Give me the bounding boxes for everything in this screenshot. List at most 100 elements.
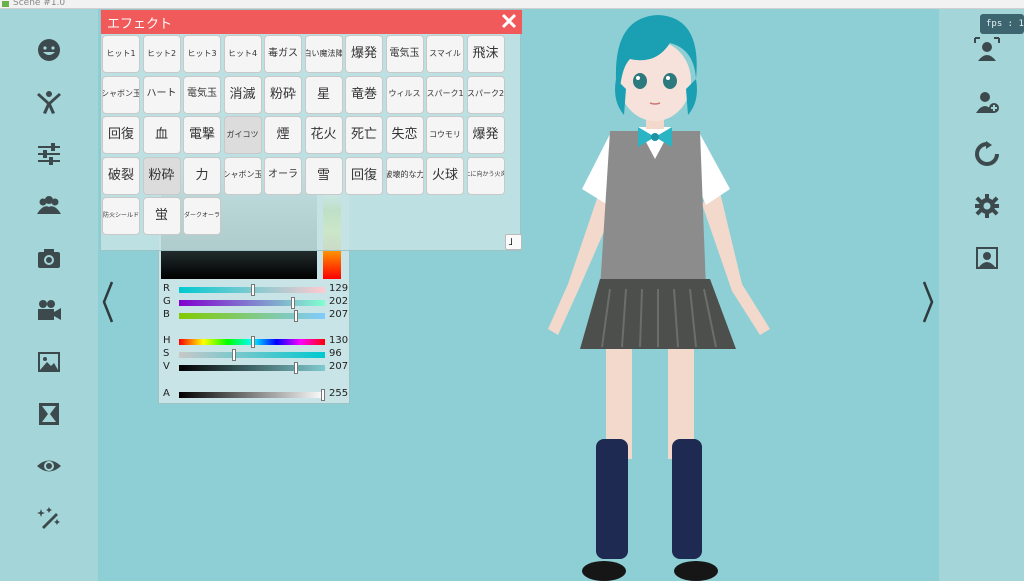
effect-button[interactable]: 粉砕 [264, 75, 302, 114]
frame-icon[interactable] [35, 400, 63, 428]
effect-button[interactable]: 電気玉 [385, 35, 424, 73]
window-title: Scene #1.0 [13, 0, 66, 8]
slider-track[interactable] [179, 336, 325, 348]
slider-track[interactable] [179, 362, 325, 374]
effect-button[interactable]: スマイル [426, 35, 464, 73]
effect-button[interactable]: 死亡 [345, 116, 383, 154]
effect-button[interactable]: 飛沫 [466, 35, 505, 73]
effect-button[interactable]: 蛍 [142, 197, 181, 235]
effect-button[interactable]: 防火シールド [102, 197, 140, 235]
effect-button[interactable]: 煙 [264, 116, 302, 154]
slider-b: B 207 [161, 309, 349, 322]
slider-value: 202 [329, 296, 349, 307]
effects-panel: エフェクト ヒット1 ヒット2 ヒット3 ヒット4 毒ガス 白い魔法陣 爆発 電気玉 スマイル飛… [100, 9, 522, 251]
effect-button[interactable]: 力 [183, 156, 221, 195]
effect-button[interactable]: ガイコツ [223, 116, 262, 154]
app-icon [2, 1, 9, 7]
portrait-icon[interactable] [973, 244, 1001, 272]
effect-button[interactable]: ダークオーラ [183, 197, 221, 235]
magic-wand-icon[interactable] [35, 504, 63, 532]
slider-a: A 255 [161, 388, 349, 401]
effect-button[interactable]: ヒット4 [223, 35, 262, 73]
slider-track[interactable] [179, 284, 325, 296]
slider-label: H [163, 335, 171, 346]
camera-icon[interactable] [35, 244, 63, 272]
eye-icon[interactable] [35, 452, 63, 480]
slider-value: 130 [329, 335, 349, 346]
effect-button[interactable]: シャボン玉 [102, 75, 140, 114]
effect-button[interactable]: 失恋 [385, 116, 424, 154]
slider-s: S 96 [161, 348, 349, 361]
effect-button[interactable]: 破裂 [102, 156, 140, 195]
slider-label: V [163, 361, 170, 372]
effect-button[interactable]: シャボン玉 [223, 156, 262, 195]
effect-button[interactable]: 上に向かう火炎 [466, 156, 505, 195]
slider-value: 207 [329, 361, 349, 372]
fps-counter: fps : 12.6 [980, 14, 1024, 34]
effect-button[interactable]: 白い魔法陣 [304, 35, 343, 73]
effect-button[interactable]: 火球 [426, 156, 464, 195]
effect-button[interactable]: 花火 [304, 116, 343, 154]
refresh-icon[interactable] [973, 140, 1001, 168]
collapse-button[interactable]: 」 [505, 234, 522, 250]
effect-button[interactable]: 電撃 [183, 116, 221, 154]
slider-value: 255 [329, 388, 349, 399]
slider-label: A [163, 388, 170, 399]
slider-track[interactable] [179, 297, 325, 309]
effect-button[interactable]: 粉砕 [142, 156, 181, 195]
close-icon[interactable] [500, 12, 518, 30]
slider-thumb[interactable] [321, 389, 325, 401]
image-icon[interactable] [35, 348, 63, 376]
effect-button[interactable]: 星 [304, 75, 343, 114]
slider-track[interactable] [179, 310, 325, 322]
effect-button[interactable]: 爆発 [466, 116, 505, 154]
effect-button[interactable]: 回復 [345, 156, 383, 195]
slider-track[interactable] [179, 349, 325, 361]
effects-panel-title: エフェクト [107, 17, 173, 32]
effect-button[interactable]: スパーク1 [426, 75, 464, 114]
effect-button[interactable]: 竜巻 [345, 75, 383, 114]
slider-label: S [163, 348, 170, 359]
effect-button[interactable]: ウィルス [385, 75, 424, 114]
effect-button[interactable]: ヒット1 [102, 35, 140, 73]
user-frame-icon[interactable] [973, 36, 1001, 64]
effect-button[interactable]: オーラ [264, 156, 302, 195]
slider-thumb[interactable] [250, 284, 255, 296]
effect-button[interactable]: 血 [142, 116, 181, 154]
slider-thumb[interactable] [294, 362, 299, 374]
slider-thumb[interactable] [232, 349, 237, 361]
effect-button[interactable]: ヒット2 [142, 35, 181, 73]
slider-thumb[interactable] [294, 310, 299, 322]
sliders-icon[interactable] [35, 140, 63, 168]
slider-value: 96 [329, 348, 342, 359]
effect-button[interactable]: 雪 [304, 156, 343, 195]
effects-panel-header: エフェクト [101, 10, 522, 34]
slider-thumb[interactable] [291, 297, 296, 309]
prev-arrow-icon[interactable] [100, 280, 116, 324]
slider-track[interactable] [179, 389, 325, 401]
effect-button[interactable]: スパーク2 [466, 75, 505, 114]
video-camera-icon[interactable] [35, 296, 63, 324]
face-icon[interactable] [35, 36, 63, 64]
slider-g: G 202 [161, 296, 349, 309]
slider-value: 207 [329, 309, 349, 320]
slider-label: B [163, 309, 170, 320]
pose-icon[interactable] [35, 88, 63, 116]
effect-button[interactable]: 破壊的な力 [385, 156, 424, 195]
people-icon[interactable] [35, 192, 63, 220]
gear-icon[interactable] [973, 192, 1001, 220]
effect-button[interactable]: 消滅 [223, 75, 262, 114]
effect-button[interactable]: コウモリ [426, 116, 464, 154]
next-arrow-icon[interactable] [920, 280, 936, 324]
effect-button[interactable]: ハート [142, 75, 181, 114]
slider-r: R 129 [161, 283, 349, 296]
effect-button[interactable]: 爆発 [345, 35, 383, 73]
user-add-icon[interactable] [973, 88, 1001, 116]
slider-thumb[interactable] [251, 336, 256, 348]
effect-button[interactable]: 毒ガス [264, 35, 302, 73]
slider-label: R [163, 283, 170, 294]
effect-button[interactable]: 回復 [102, 116, 140, 154]
window-titlebar: Scene #1.0 [0, 0, 1024, 9]
effect-button[interactable]: ヒット3 [183, 35, 221, 73]
effect-button[interactable]: 電気玉 [183, 75, 221, 114]
